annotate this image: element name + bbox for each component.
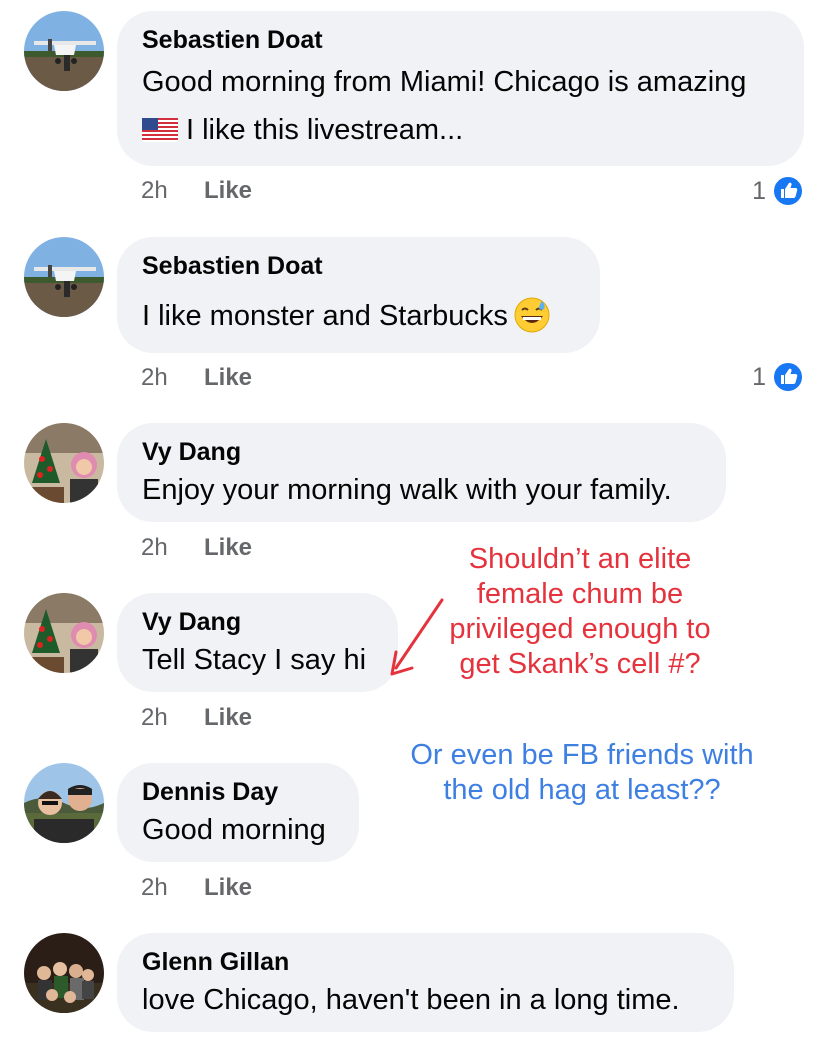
couple-selfie <box>24 763 104 843</box>
annotation-line: privileged enough to <box>449 613 711 645</box>
annotation-line: female chum be <box>476 578 684 610</box>
comment-author[interactable]: Vy Dang <box>142 437 701 467</box>
reaction-summary[interactable]: 1 <box>752 361 804 393</box>
comment-author[interactable]: Dennis Day <box>142 777 334 807</box>
arrow-icon <box>390 598 444 676</box>
comment-author[interactable]: Glenn Gillan <box>142 947 709 977</box>
family-photo <box>24 933 104 1013</box>
comment-meta: 2h Like <box>141 874 252 902</box>
avatar[interactable] <box>24 423 104 503</box>
comment-meta: 2h Like <box>141 534 252 562</box>
like-reaction-icon <box>772 361 804 393</box>
reaction-count: 1 <box>752 176 766 205</box>
annotation-blue: Or even be FB friends with the old hag a… <box>396 738 768 808</box>
comment-text: Good morning from Miami! Chicago is amaz… <box>142 66 747 98</box>
comment-bubble: Glenn Gillan love Chicago, haven't been … <box>117 933 734 1032</box>
annotation-red: Shouldn’t an elite female chum be privil… <box>432 542 728 682</box>
reaction-count: 1 <box>752 362 766 391</box>
annotation-line: Shouldn’t an elite <box>468 543 692 575</box>
grinning-sweat-emoji <box>514 297 550 333</box>
comment-text: Enjoy your morning walk with your family… <box>142 474 672 506</box>
like-button[interactable]: Like <box>204 177 252 204</box>
like-button[interactable]: Like <box>204 534 252 561</box>
comment-text: I like this livestream... <box>186 114 464 146</box>
avatar[interactable] <box>24 933 104 1013</box>
like-button[interactable]: Like <box>204 364 252 391</box>
comment-text: Good morning <box>142 814 326 846</box>
airplane-photo <box>24 11 104 91</box>
like-reaction-icon <box>772 175 804 207</box>
reaction-summary[interactable]: 1 <box>752 175 804 207</box>
comment-author[interactable]: Sebastien Doat <box>142 251 575 281</box>
timestamp[interactable]: 2h <box>141 177 204 205</box>
comment-author[interactable]: Vy Dang <box>142 607 373 637</box>
avatar[interactable] <box>24 11 104 91</box>
comment-meta: 2h Like <box>141 177 252 205</box>
comment-text: I like monster and Starbucks <box>142 300 508 332</box>
timestamp[interactable]: 2h <box>141 534 204 562</box>
comment-meta: 2h Like <box>141 364 252 392</box>
timestamp[interactable]: 2h <box>141 874 204 902</box>
annotation-line: the old hag at least?? <box>443 774 721 806</box>
avatar[interactable] <box>24 593 104 673</box>
comment-bubble: Sebastien Doat Good morning from Miami! … <box>117 11 804 166</box>
comment-author[interactable]: Sebastien Doat <box>142 25 779 55</box>
timestamp[interactable]: 2h <box>141 704 204 732</box>
avatar[interactable] <box>24 763 104 843</box>
comment-meta: 2h Like <box>141 704 252 732</box>
avatar[interactable] <box>24 237 104 317</box>
us-flag-icon <box>142 118 178 142</box>
comment-text: Tell Stacy I say hi <box>142 644 367 676</box>
like-button[interactable]: Like <box>204 874 252 901</box>
comment-bubble: Vy Dang Tell Stacy I say hi <box>117 593 398 692</box>
timestamp[interactable]: 2h <box>141 364 204 392</box>
annotation-line: Or even be FB friends with <box>410 739 754 771</box>
comment-text: love Chicago, haven't been in a long tim… <box>142 984 680 1016</box>
airplane-photo <box>24 237 104 317</box>
annotation-line: get Skank’s cell #? <box>459 648 701 680</box>
christmas-tree-selfie <box>24 593 104 673</box>
christmas-tree-selfie <box>24 423 104 503</box>
like-button[interactable]: Like <box>204 704 252 731</box>
comment-bubble: Sebastien Doat I like monster and Starbu… <box>117 237 600 353</box>
comment-text-line: I like this livestream... <box>142 105 779 155</box>
comment-bubble: Vy Dang Enjoy your morning walk with you… <box>117 423 726 522</box>
comment-bubble: Dennis Day Good morning <box>117 763 359 862</box>
comment-text-line: I like monster and Starbucks <box>142 291 575 341</box>
